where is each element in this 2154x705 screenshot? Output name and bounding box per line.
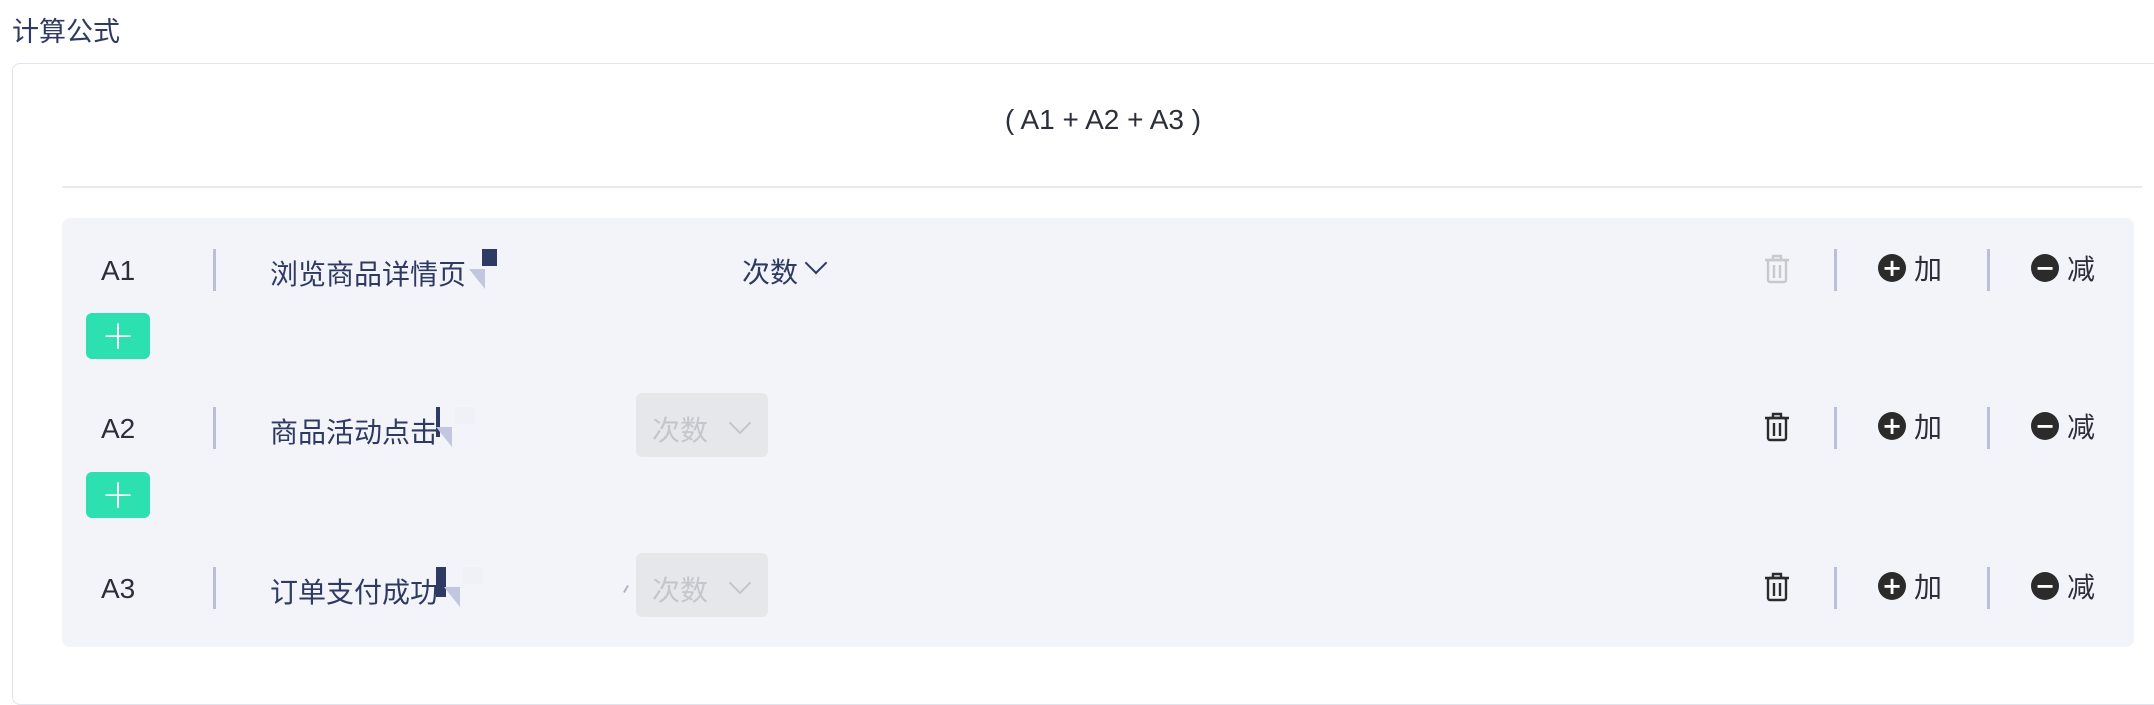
subtract-operator-label: 减 (2067, 253, 2096, 286)
plus-icon: + (101, 472, 135, 518)
event-picker-handle[interactable] (469, 249, 497, 289)
event-name[interactable]: 浏览商品详情页 (270, 253, 466, 293)
add-operator-label: 加 (1914, 411, 1943, 444)
metric-row-a2: A2 商品活动点击 次数 + 加 − 减 (62, 393, 2134, 463)
subtract-operator-label: 减 (2067, 571, 2096, 604)
minus-circle-icon: − (2031, 412, 2059, 440)
event-picker-handle[interactable] (436, 407, 475, 447)
subtract-operator-button[interactable]: − 减 (2031, 569, 2096, 604)
chevron-down-icon (728, 571, 752, 595)
metric-select[interactable]: 次数 (636, 553, 768, 617)
metric-select-value: 次数 (652, 574, 709, 607)
add-operator-button[interactable]: + 加 (1878, 569, 1943, 604)
trash-icon[interactable] (1762, 253, 1792, 285)
metric-select[interactable]: 次数 (680, 235, 828, 299)
separator (1987, 249, 1990, 291)
event-picker-handle[interactable] (436, 567, 483, 607)
separator (1834, 249, 1837, 291)
separator (1834, 567, 1837, 609)
formula-panel: ( A1 + A2 + A3 ) A1 浏览商品详情页 次数 + 加 − 减 + A… (12, 63, 2154, 705)
add-operator-button[interactable]: + 加 (1878, 409, 1943, 444)
plus-circle-icon: + (1878, 412, 1906, 440)
row-id: A3 (101, 573, 136, 604)
metric-select-value: 次数 (652, 414, 709, 447)
separator (1987, 407, 1990, 449)
plus-circle-icon: + (1878, 572, 1906, 600)
metric-select-value: 次数 (742, 256, 799, 289)
cursor-mark (623, 585, 629, 593)
formula-expression: ( A1 + A2 + A3 ) (1004, 104, 1202, 135)
minus-circle-icon: − (2031, 572, 2059, 600)
separator (1987, 567, 1990, 609)
separator (213, 407, 216, 449)
metric-row-a1: A1 浏览商品详情页 次数 + 加 − 减 (62, 235, 2134, 305)
add-operator-button[interactable]: + 加 (1878, 251, 1943, 286)
separator (1834, 407, 1837, 449)
minus-circle-icon: − (2031, 254, 2059, 282)
trash-icon[interactable] (1762, 411, 1792, 443)
subtract-operator-button[interactable]: − 减 (2031, 251, 2096, 286)
add-operator-label: 加 (1914, 253, 1943, 286)
trash-icon[interactable] (1762, 571, 1792, 603)
plus-circle-icon: + (1878, 254, 1906, 282)
event-name[interactable]: 订单支付成功 (270, 571, 438, 611)
add-row-button[interactable]: + (86, 472, 150, 518)
rows-box: A1 浏览商品详情页 次数 + 加 − 减 + A2 商品活动点击 次数 + 加… (62, 218, 2134, 647)
add-operator-label: 加 (1914, 571, 1943, 604)
plus-icon: + (101, 313, 135, 359)
add-row-button[interactable]: + (86, 313, 150, 359)
section-title: 计算公式 (12, 17, 120, 48)
separator (213, 567, 216, 609)
event-name[interactable]: 商品活动点击 (270, 411, 438, 451)
chevron-down-icon (728, 411, 752, 435)
row-id: A2 (101, 413, 136, 444)
subtract-operator-button[interactable]: − 减 (2031, 409, 2096, 444)
separator (213, 249, 216, 291)
chevron-down-icon (804, 251, 828, 275)
row-id: A1 (101, 255, 136, 286)
formula-divider (62, 186, 2142, 188)
metric-row-a3: A3 订单支付成功 次数 + 加 − 减 (62, 553, 2134, 623)
metric-select[interactable]: 次数 (636, 393, 768, 457)
subtract-operator-label: 减 (2067, 411, 2096, 444)
